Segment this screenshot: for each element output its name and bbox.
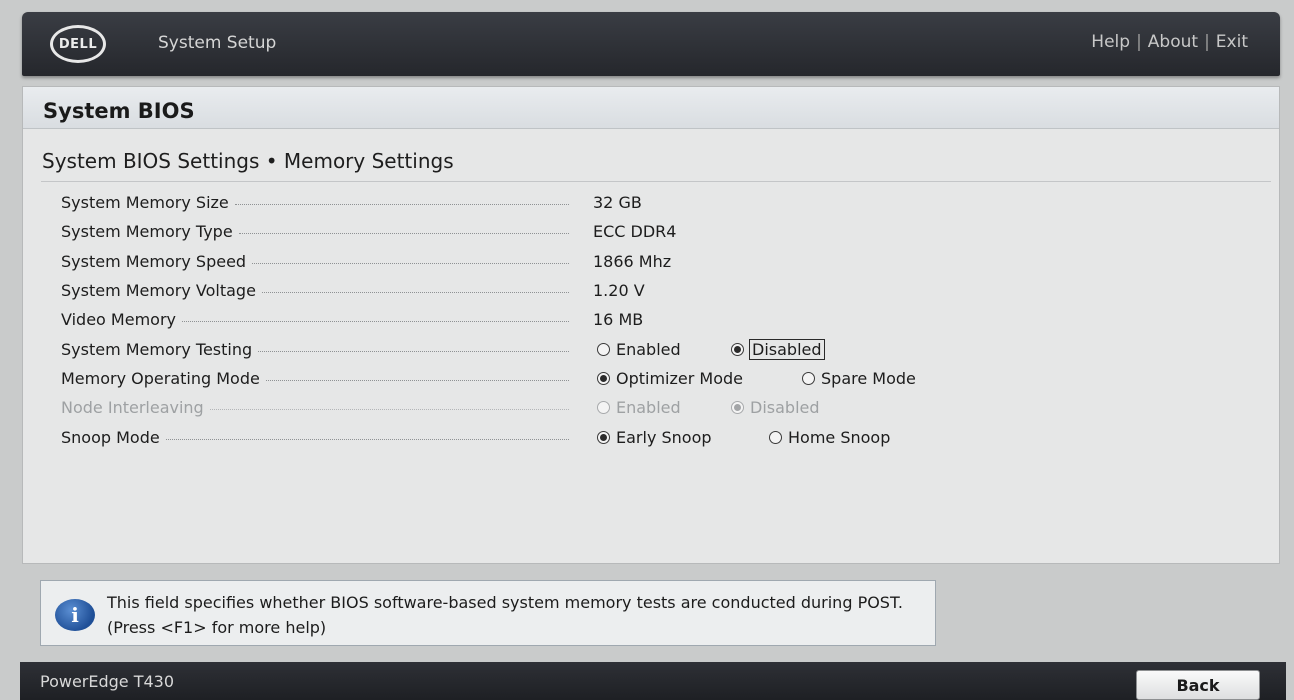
link-separator: | [1204,32,1210,52]
option-label: Enabled [616,398,681,418]
setting-label: System Memory Size [61,193,229,213]
option-label: Disabled [750,398,820,418]
page-subtitle: System BIOS Settings • Memory Settings [42,149,454,173]
setting-label: System Memory Type [61,222,233,242]
radio-icon [802,371,815,385]
dotted-leader [165,438,569,440]
setting-label: Node Interleaving [61,398,204,418]
setting-label: Video Memory [61,310,176,330]
dotted-leader [181,321,569,323]
model-name: PowerEdge T430 [40,672,175,691]
setting-row-memory-speed: System Memory Speed 1866 Mhz [23,247,1279,276]
node-interleaving-disabled-radio: Disabled [731,398,820,417]
dell-logo: DELL [50,25,106,63]
setting-row-memory-testing: System Memory Testing Enabled Disabled [23,334,1279,363]
radio-icon [769,430,782,444]
settings-list: System Memory Size 32 GB System Memory T… [23,182,1279,452]
option-label: Enabled [616,339,681,359]
setting-label: System Memory Voltage [61,281,256,301]
exit-link[interactable]: Exit [1216,32,1248,52]
help-box: i This field specifies whether BIOS soft… [40,580,936,646]
memory-size-value: 32 GB [593,193,642,213]
help-text: This field specifies whether BIOS softwa… [107,593,903,637]
node-interleaving-enabled-radio: Enabled [597,398,681,417]
setting-row-snoop-mode: Snoop Mode Early Snoop Home Snoop [23,422,1279,451]
memory-testing-enabled-radio[interactable]: Enabled [597,340,681,359]
dotted-leader [238,233,569,235]
setting-label: Memory Operating Mode [61,368,260,388]
option-label: Early Snoop [616,427,712,447]
dotted-leader [261,292,569,294]
home-snoop-radio[interactable]: Home Snoop [769,428,890,447]
link-separator: | [1136,32,1142,52]
setting-row-memory-type: System Memory Type ECC DDR4 [23,217,1279,246]
about-link[interactable]: About [1148,32,1198,52]
setting-row-memory-size: System Memory Size 32 GB [23,188,1279,217]
option-label: Optimizer Mode [616,368,743,388]
option-label: Spare Mode [821,368,916,388]
setting-row-operating-mode: Memory Operating Mode Optimizer Mode Spa… [23,364,1279,393]
radio-selected-icon [597,430,610,444]
setting-label: Snoop Mode [61,427,160,447]
option-label: Home Snoop [788,427,891,447]
radio-icon [597,401,610,415]
dotted-leader [252,262,569,264]
back-button[interactable]: Back [1136,670,1260,700]
dotted-leader [209,409,569,411]
panel-title: System BIOS [23,87,1279,129]
setting-label: System Memory Speed [61,251,247,271]
setting-row-node-interleaving: Node Interleaving Enabled Disabled [23,393,1279,422]
radio-selected-icon [731,342,744,356]
top-bar: DELL System Setup Help | About | Exit [22,12,1280,76]
setting-row-video-memory: Video Memory 16 MB [23,305,1279,334]
spare-mode-radio[interactable]: Spare Mode [802,369,916,388]
memory-testing-disabled-radio[interactable]: Disabled [731,338,825,360]
early-snoop-radio[interactable]: Early Snoop [597,428,712,447]
app-title: System Setup [158,33,277,53]
setting-label: System Memory Testing [61,339,253,359]
logo-text: DELL [58,36,98,52]
memory-voltage-value: 1.20 V [593,281,645,301]
top-links: Help | About | Exit [1091,32,1248,52]
memory-type-value: ECC DDR4 [593,222,677,242]
radio-icon [597,342,610,356]
bottom-bar: PowerEdge T430 Back [20,662,1286,700]
memory-speed-value: 1866 Mhz [593,251,672,271]
info-icon: i [55,599,95,631]
dotted-leader [265,379,569,381]
dotted-leader [234,204,569,206]
dotted-leader [258,350,569,352]
radio-selected-icon [731,401,744,415]
setting-row-memory-voltage: System Memory Voltage 1.20 V [23,276,1279,305]
optimizer-mode-radio[interactable]: Optimizer Mode [597,369,743,388]
video-memory-value: 16 MB [593,310,644,330]
help-link[interactable]: Help [1091,32,1130,52]
settings-panel: System BIOS System BIOS Settings • Memor… [22,86,1280,564]
radio-selected-icon [597,371,610,385]
option-label: Disabled [749,338,825,360]
